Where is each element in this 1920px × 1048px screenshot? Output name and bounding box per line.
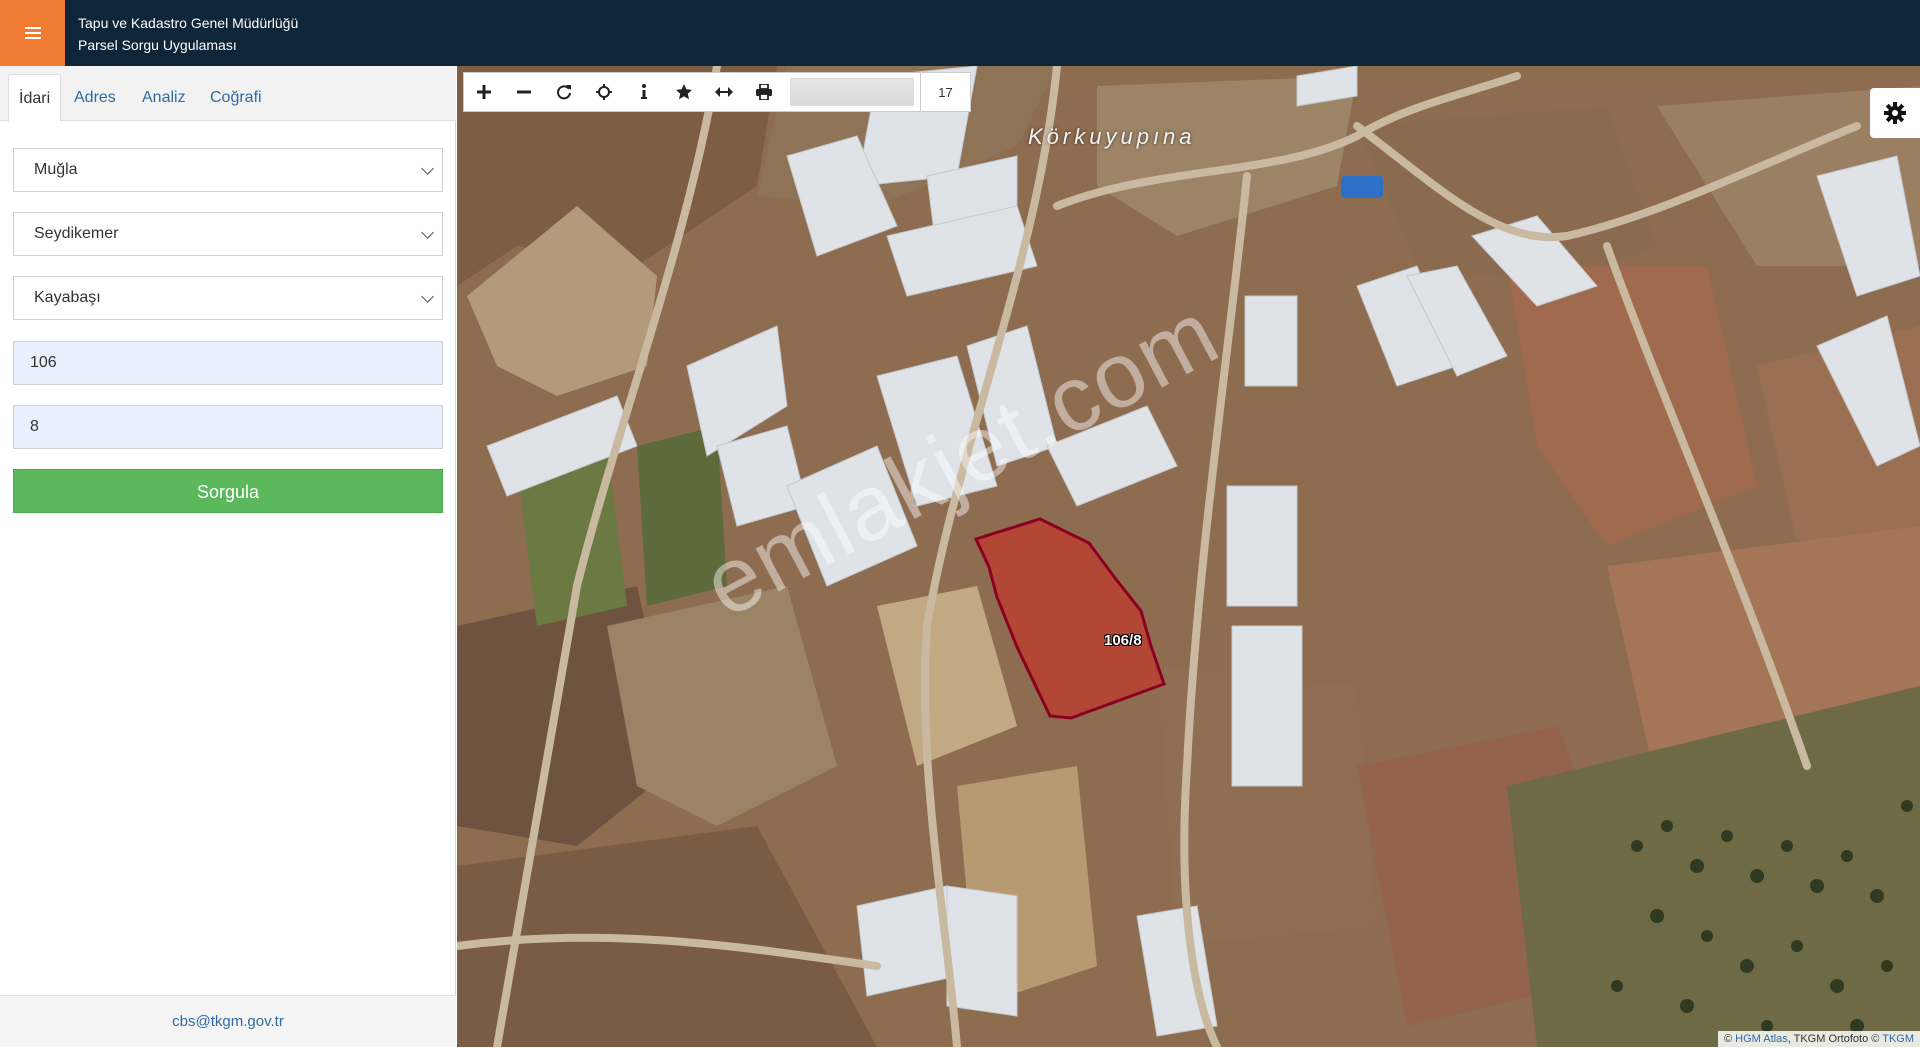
measure-icon <box>715 87 733 97</box>
mahalle-select-value: Kayabaşı <box>34 289 101 306</box>
locate-button[interactable] <box>584 72 624 112</box>
chevron-down-icon <box>421 226 434 239</box>
measure-button[interactable] <box>704 72 744 112</box>
app-header: Tapu ve Kadastro Genel Müdürlüğü Parsel … <box>0 0 1920 66</box>
tab-bar: İdari Adres Analiz Coğrafi <box>0 66 456 122</box>
settings-button[interactable] <box>1870 88 1920 138</box>
favorite-button[interactable] <box>664 72 704 112</box>
ada-input-value: 106 <box>30 354 57 371</box>
refresh-button[interactable] <box>544 72 584 112</box>
zoom-out-button[interactable] <box>504 72 544 112</box>
mahalle-select[interactable]: Kayabaşı <box>13 276 443 320</box>
chevron-down-icon <box>421 162 434 175</box>
app-title: Tapu ve Kadastro Genel Müdürlüğü Parsel … <box>78 12 298 56</box>
app-title-line2: Parsel Sorgu Uygulaması <box>78 37 237 53</box>
ada-input[interactable]: 106 <box>13 341 443 385</box>
tab-cografi[interactable]: Coğrafi <box>200 74 272 122</box>
tab-analiz[interactable]: Analiz <box>132 74 196 122</box>
sidebar-footer: cbs@tkgm.gov.tr <box>0 995 456 1047</box>
parcel-label: 106/8 <box>1104 632 1142 649</box>
gear-icon <box>1884 102 1906 124</box>
ilce-select[interactable]: Seydikemer <box>13 212 443 256</box>
star-icon <box>676 84 692 100</box>
tab-idari[interactable]: İdari <box>8 74 62 122</box>
ilce-select-value: Seydikemer <box>34 225 119 242</box>
tkgm-link[interactable]: TKGM <box>1882 1033 1914 1045</box>
zoom-in-button[interactable] <box>464 72 504 112</box>
contact-email-link[interactable]: cbs@tkgm.gov.tr <box>172 1013 284 1030</box>
parsel-input-value: 8 <box>30 418 39 435</box>
attribution-prefix: © <box>1723 1033 1733 1045</box>
zoom-in-icon <box>477 85 491 99</box>
app-title-line1: Tapu ve Kadastro Genel Müdürlüğü <box>78 15 299 31</box>
hgm-atlas-link[interactable]: HGM Atlas <box>1735 1033 1788 1045</box>
info-button[interactable] <box>624 72 664 112</box>
satellite-imagery <box>457 66 1920 1047</box>
menu-button[interactable] <box>0 0 65 66</box>
search-input[interactable] <box>790 78 914 106</box>
place-label: Körkuyupına <box>1028 124 1196 149</box>
chevron-down-icon <box>421 290 434 303</box>
zoom-level: 17 <box>920 72 970 112</box>
map-toolbar: 17 <box>463 72 971 112</box>
print-button[interactable] <box>744 72 784 112</box>
il-select-value: Muğla <box>34 161 78 178</box>
menu-icon <box>24 27 41 39</box>
tab-adres[interactable]: Adres <box>64 74 126 122</box>
map-view[interactable]: Körkuyupına emlakjet.com 106/8 17 © HGM … <box>457 66 1920 1047</box>
parsel-input[interactable]: 8 <box>13 405 443 449</box>
map-attribution: © HGM Atlas, TKGM Ortofoto © TKGM <box>1717 1031 1920 1047</box>
sorgula-button[interactable]: Sorgula <box>13 469 443 513</box>
refresh-icon <box>557 85 571 100</box>
attribution-middle: , TKGM Ortofoto © <box>1787 1033 1880 1045</box>
zoom-out-icon <box>517 90 531 94</box>
il-select[interactable]: Muğla <box>13 148 443 192</box>
locate-icon <box>596 84 612 100</box>
sidebar: İdari Adres Analiz Coğrafi Muğla Seydike… <box>0 66 456 1047</box>
info-icon <box>641 84 647 99</box>
print-icon <box>756 84 772 100</box>
